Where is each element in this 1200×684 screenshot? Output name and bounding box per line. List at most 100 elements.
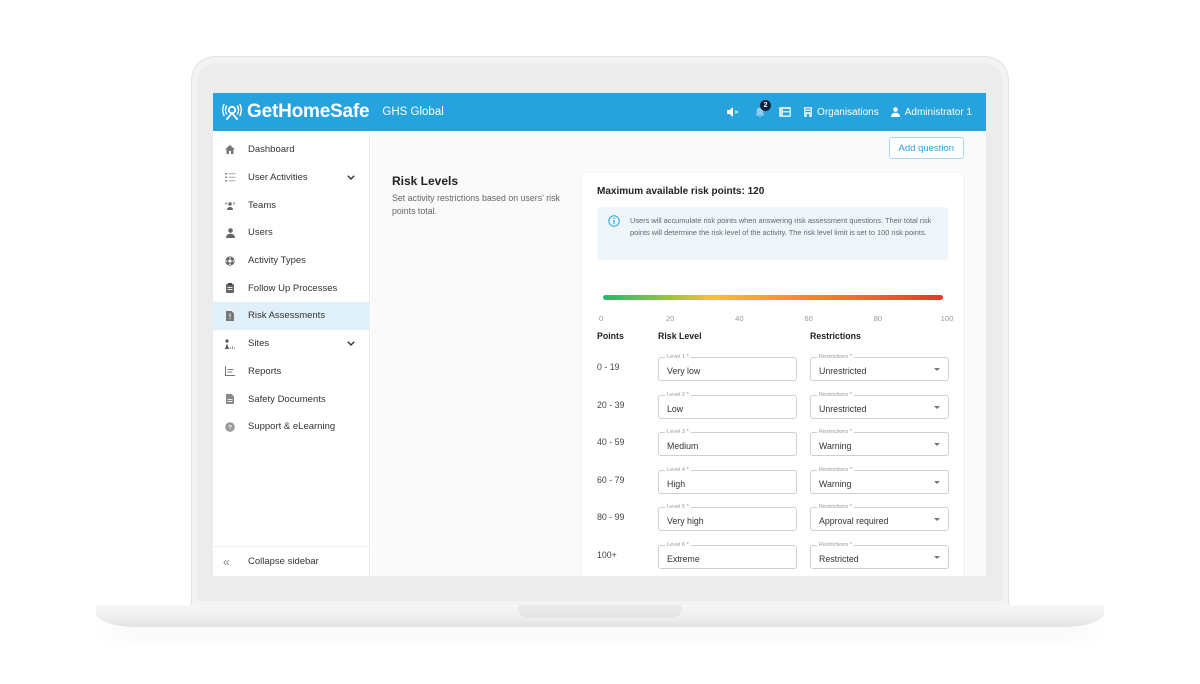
sidebar-item-label: User Activities	[248, 172, 308, 184]
sidebar-item-follow-up-processes[interactable]: Follow Up Processes	[213, 274, 369, 302]
sidebar-item-users[interactable]: Users	[213, 219, 369, 247]
chevron-down-icon[interactable]	[347, 338, 355, 349]
sidebar-item-label: Safety Documents	[248, 393, 326, 405]
level-name-input[interactable]: Level 4 * High	[658, 465, 797, 494]
level-name-input[interactable]: Level 1 * Very low	[658, 353, 797, 381]
restrictions-field-value: Restricted	[819, 553, 859, 564]
app-screen: GetHomeSafe GHS Global 2 Organisations A…	[213, 93, 986, 576]
sites-icon	[223, 339, 237, 349]
dropdown-caret-icon	[934, 368, 940, 371]
level-field-label: Level 1 *	[665, 353, 691, 361]
dropdown-caret-icon	[934, 405, 940, 409]
collapse-sidebar-button[interactable]: « Collapse sidebar	[213, 546, 369, 576]
sidebar-item-label: Reports	[248, 365, 282, 377]
sidebar-item-support-elearning[interactable]: ? Support & eLearning	[213, 413, 369, 441]
user-icon	[223, 228, 237, 238]
level-field-label: Level 2 *	[665, 390, 691, 399]
info-box: Users will accumulate risk points when a…	[597, 207, 948, 260]
restrictions-select[interactable]: Restrictions * Warning	[810, 428, 949, 456]
level-field-value: Very high	[667, 516, 704, 526]
scale-tick-label: 100	[940, 314, 954, 323]
restrictions-field-value: Unrestricted	[819, 366, 867, 376]
sidebar-item-sites[interactable]: Sites	[213, 330, 369, 358]
scale-tick-label: 40	[735, 314, 744, 323]
chevron-down-icon[interactable]	[347, 172, 355, 183]
topbar-actions: 2 Organisations Administrator 1	[727, 99, 972, 118]
sidebar-item-teams[interactable]: Teams	[213, 191, 369, 219]
level-name-input[interactable]: Level 6 * Extreme	[658, 540, 797, 569]
sidebar: Dashboard User Activities Teams Users Activi…	[213, 131, 370, 576]
sidebar-item-risk-assessments[interactable]: Risk Assessments	[213, 302, 369, 330]
sidebar-item-label: Risk Assessments	[248, 310, 326, 322]
brand-name: GetHomeSafe	[247, 101, 370, 122]
sidebar-item-safety-documents[interactable]: Safety Documents	[213, 385, 369, 413]
level-field-value: Medium	[667, 441, 699, 451]
activity-icon	[223, 255, 237, 266]
risk-level-row: 20 - 39 Level 2 * Low Restrictions * Unrestr…	[582, 390, 963, 419]
level-name-input[interactable]: Level 2 * Low	[658, 390, 797, 419]
restrictions-field-label: Restrictions *	[817, 540, 854, 549]
organisations-link[interactable]: Organisations	[804, 107, 879, 118]
volume-mute-icon[interactable]	[727, 107, 739, 117]
max-points-label: Maximum available risk points: 120	[597, 186, 765, 197]
level-name-input[interactable]: Level 3 * Medium	[658, 428, 797, 456]
level-name-input[interactable]: Level 5 * Very high	[658, 503, 797, 531]
restrictions-select[interactable]: Restrictions * Warning	[810, 465, 949, 494]
risk-levels-card: Maximum available risk points: 120 Users…	[582, 173, 963, 576]
phone-icon[interactable]	[779, 107, 792, 117]
restrictions-field-value: Approval required	[819, 516, 889, 526]
dropdown-caret-icon	[934, 555, 940, 559]
risk-level-row: 60 - 79 Level 4 * High Restrictions * Warnin…	[582, 465, 963, 494]
restrictions-field-label: Restrictions *	[817, 428, 854, 436]
user-menu[interactable]: Administrator 1	[890, 107, 972, 118]
restrictions-select[interactable]: Restrictions * Approval required	[810, 503, 949, 531]
sidebar-item-user-activities[interactable]: User Activities	[213, 164, 369, 192]
risk-level-row: 40 - 59 Level 3 * Medium Restrictions * Warn…	[582, 428, 963, 456]
home-icon	[223, 145, 237, 155]
sidebar-item-reports[interactable]: Reports	[213, 358, 369, 386]
risk-level-column-header: Risk Level	[658, 331, 702, 341]
points-range: 20 - 39	[597, 399, 625, 410]
restrictions-select[interactable]: Restrictions * Restricted	[810, 540, 949, 569]
info-text: Users will accumulate risk points when a…	[630, 216, 932, 237]
dropdown-caret-icon	[934, 480, 940, 484]
user-icon	[890, 107, 900, 117]
level-field-label: Level 4 *	[665, 465, 691, 474]
info-icon	[608, 215, 620, 227]
scale-tick-label: 0	[598, 314, 604, 323]
org-name: GHS Global	[382, 106, 444, 118]
building-icon	[804, 107, 813, 117]
sidebar-item-activity-types[interactable]: Activity Types	[213, 247, 369, 275]
sidebar-item-label: Support & eLearning	[248, 421, 336, 433]
points-range: 100+	[597, 549, 617, 560]
main-content: Add question Risk Levels Set activity re…	[371, 131, 986, 576]
notification-badge: 2	[760, 99, 772, 111]
restrictions-field-label: Restrictions *	[817, 390, 854, 399]
clipboard-icon	[223, 283, 237, 294]
help-icon: ?	[223, 421, 237, 432]
organisations-label: Organisations	[817, 106, 879, 118]
restrictions-select[interactable]: Restrictions * Unrestricted	[810, 353, 949, 381]
chart-icon	[223, 366, 237, 377]
team-icon	[223, 201, 237, 210]
brand-logo[interactable]: GetHomeSafe	[222, 101, 370, 123]
sidebar-item-label: Teams	[248, 199, 276, 211]
add-question-button[interactable]: Add question	[888, 137, 964, 159]
top-bar: GetHomeSafe GHS Global 2 Organisations A…	[213, 93, 986, 131]
level-field-label: Level 5 *	[665, 503, 691, 511]
scale-tick-label: 60	[804, 314, 813, 323]
level-field-value: Low	[667, 403, 684, 414]
risk-level-row: 0 - 19 Level 1 * Very low Restrictions * Unr…	[582, 353, 963, 381]
dropdown-caret-icon	[934, 518, 940, 521]
level-field-value: Very low	[667, 366, 701, 376]
document-icon	[223, 394, 237, 405]
signal-person-icon	[222, 104, 242, 120]
risk-scale-bar	[603, 295, 943, 300]
dropdown-caret-icon	[934, 443, 940, 446]
notifications-button[interactable]: 2	[755, 99, 772, 118]
level-field-value: Extreme	[667, 553, 700, 564]
sidebar-item-dashboard[interactable]: Dashboard	[213, 136, 369, 164]
sidebar-item-label: Sites	[248, 338, 270, 350]
sidebar-item-label: Follow Up Processes	[248, 282, 338, 294]
restrictions-select[interactable]: Restrictions * Unrestricted	[810, 390, 949, 419]
